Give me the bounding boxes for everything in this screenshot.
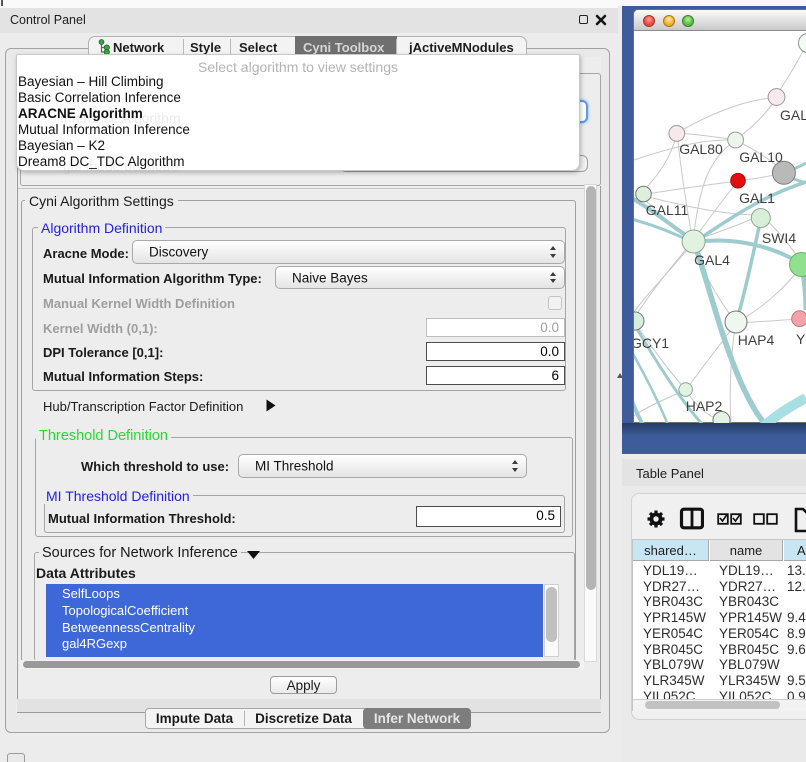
svg-text:HAP4: HAP4 <box>738 332 775 348</box>
svg-text:GAL80: GAL80 <box>679 141 723 157</box>
svg-text:GAL: GAL <box>780 107 806 123</box>
svg-text:GAL10: GAL10 <box>739 149 783 165</box>
svg-text:GAL4: GAL4 <box>694 252 730 268</box>
svg-text:SWI4: SWI4 <box>762 230 796 246</box>
svg-text:HAP2: HAP2 <box>686 398 723 414</box>
svg-text:Y: Y <box>796 331 806 347</box>
svg-text:GCY1: GCY1 <box>634 335 669 351</box>
svg-text:GAL1: GAL1 <box>739 190 775 206</box>
svg-text:GAL11: GAL11 <box>646 202 689 218</box>
